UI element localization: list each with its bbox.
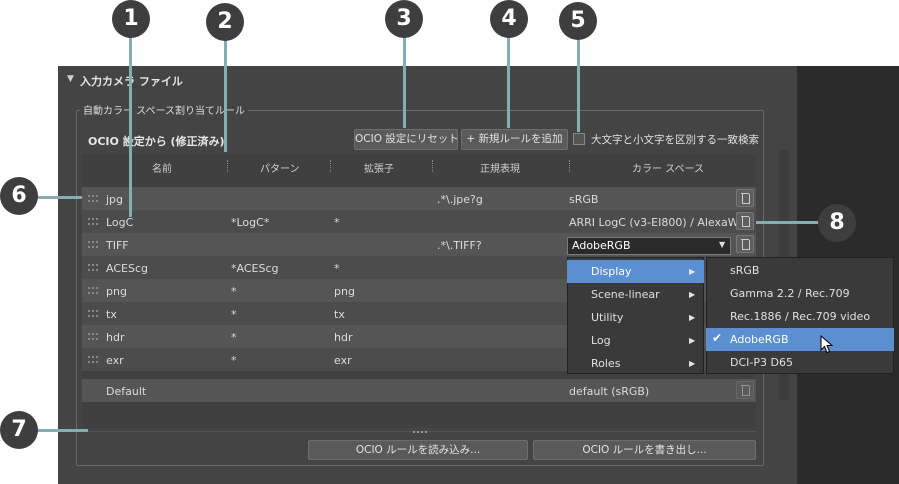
callout-line <box>577 32 580 132</box>
write-ocio-rules-button[interactable]: OCIO ルールを書き出し... <box>533 440 756 460</box>
rule-name[interactable]: tx <box>106 308 117 321</box>
case-sensitive-checkbox[interactable] <box>573 133 585 145</box>
table-row-default[interactable] <box>82 379 756 402</box>
chevron-right-icon: ▶ <box>689 267 696 276</box>
rule-extension[interactable]: hdr <box>334 331 352 344</box>
menu-item-log[interactable]: Log ▶ <box>567 329 704 352</box>
column-header-pattern[interactable]: パターン <box>260 160 300 175</box>
column-separator[interactable] <box>330 160 332 172</box>
trash-icon[interactable] <box>736 212 754 230</box>
column-header-colorspace[interactable]: カラー スペース <box>632 160 704 175</box>
drag-handle-icon[interactable] <box>88 333 98 340</box>
rule-pattern[interactable]: * <box>231 331 237 344</box>
callout-7: 7 <box>0 411 38 449</box>
callout-line <box>129 32 132 217</box>
group-legend: 自動カラー スペース割り当てルール <box>80 102 248 117</box>
rule-regex[interactable]: .*\.jpe?g <box>437 193 483 206</box>
reset-to-ocio-button[interactable]: OCIO 設定にリセット <box>354 129 459 150</box>
callout-2: 2 <box>206 3 244 41</box>
rule-extension[interactable]: tx <box>334 308 345 321</box>
rule-pattern[interactable]: *ACEScg <box>231 262 278 275</box>
column-header-regex[interactable]: 正規表現 <box>480 160 520 175</box>
rule-regex[interactable]: .*\.TIFF? <box>437 239 482 252</box>
drag-handle-icon[interactable] <box>88 264 98 271</box>
checkmark-icon: ✔ <box>712 331 723 345</box>
rule-colorspace[interactable]: sRGB <box>569 193 598 206</box>
chevron-right-icon: ▶ <box>689 359 696 368</box>
callout-3: 3 <box>385 0 423 38</box>
rule-extension[interactable]: * <box>334 216 340 229</box>
submenu-item-gamma22[interactable]: Gamma 2.2 / Rec.709 <box>706 282 894 305</box>
case-sensitive-label: 大文字と小文字を区別する一致検索 <box>591 134 759 146</box>
rule-pattern[interactable]: *LogC* <box>231 216 269 229</box>
trash-icon <box>736 381 754 399</box>
submenu-item-dci-p3[interactable]: DCI-P3 D65 <box>706 351 894 374</box>
column-separator[interactable] <box>227 160 229 172</box>
rule-pattern[interactable]: * <box>231 285 237 298</box>
submenu-item-adobergb[interactable]: AdobeRGB <box>706 328 894 351</box>
drag-handle-icon[interactable] <box>88 287 98 294</box>
chevron-right-icon: ▶ <box>689 313 696 322</box>
rule-name[interactable]: png <box>106 285 127 298</box>
drag-handle-icon[interactable] <box>88 356 98 363</box>
rule-name[interactable]: exr <box>106 354 124 367</box>
column-separator[interactable] <box>569 160 571 172</box>
callout-4: 4 <box>490 0 528 38</box>
chevron-right-icon: ▶ <box>689 290 696 299</box>
column-header-extension[interactable]: 拡張子 <box>364 160 394 175</box>
add-rule-button[interactable]: + 新規ルールを追加 <box>461 129 568 150</box>
callout-1: 1 <box>112 0 150 38</box>
rule-extension[interactable]: exr <box>334 354 352 367</box>
rule-colorspace[interactable]: ARRI LogC (v3-EI800) / AlexaWid <box>569 216 748 229</box>
drag-handle-icon[interactable] <box>88 241 98 248</box>
callout-line <box>224 32 227 152</box>
rule-name[interactable]: LogC <box>106 216 133 229</box>
rule-extension[interactable]: png <box>334 285 355 298</box>
drag-handle-icon[interactable] <box>88 195 98 202</box>
table-row[interactable] <box>82 187 756 210</box>
rule-name[interactable]: hdr <box>106 331 124 344</box>
column-separator[interactable] <box>432 160 434 172</box>
mouse-cursor-icon <box>820 335 834 354</box>
callout-line <box>756 221 826 224</box>
chevron-down-icon[interactable]: ▼ <box>719 240 725 249</box>
column-header-name[interactable]: 名前 <box>152 160 172 175</box>
submenu-item-srgb[interactable]: sRGB <box>706 259 894 282</box>
rule-colorspace[interactable]: default (sRGB) <box>569 385 649 398</box>
dropdown-selected-value[interactable]: AdobeRGB <box>572 239 631 252</box>
rule-name[interactable]: ACEScg <box>106 262 148 275</box>
triangle-down-icon[interactable]: ▼ <box>67 74 74 84</box>
rule-name[interactable]: jpg <box>106 193 123 206</box>
config-source-label: OCIO 設定から (修正済み) <box>88 135 225 148</box>
menu-item-display[interactable]: Display ▶ <box>567 260 704 283</box>
drag-handle-icon[interactable] <box>88 218 98 225</box>
callout-6: 6 <box>0 177 38 215</box>
callout-5: 5 <box>559 2 597 40</box>
load-ocio-rules-button[interactable]: OCIO ルールを読み込み... <box>308 440 528 460</box>
menu-item-utility[interactable]: Utility ▶ <box>567 306 704 329</box>
callout-line <box>403 32 406 128</box>
menu-item-scene-linear[interactable]: Scene-linear ▶ <box>567 283 704 306</box>
menu-item-roles[interactable]: Roles ▶ <box>567 352 704 375</box>
resize-grip-icon[interactable] <box>413 431 427 433</box>
rule-extension[interactable]: * <box>334 262 340 275</box>
chevron-right-icon: ▶ <box>689 336 696 345</box>
rule-name[interactable]: TIFF <box>106 239 129 252</box>
trash-icon[interactable] <box>736 189 754 207</box>
rule-name[interactable]: Default <box>106 385 146 398</box>
drag-handle-icon[interactable] <box>88 310 98 317</box>
trash-icon[interactable] <box>736 235 754 253</box>
rule-pattern[interactable]: * <box>231 308 237 321</box>
rule-pattern[interactable]: * <box>231 354 237 367</box>
callout-line <box>507 32 510 128</box>
submenu-item-rec1886[interactable]: Rec.1886 / Rec.709 video <box>706 305 894 328</box>
callout-8: 8 <box>818 204 856 242</box>
